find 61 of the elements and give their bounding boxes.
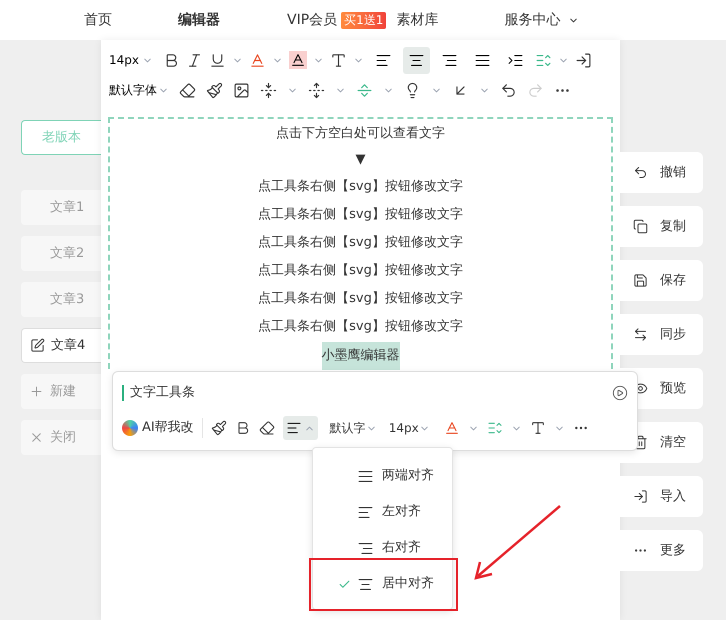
- font-family-select[interactable]: 默认字体: [109, 81, 169, 99]
- letter-spacing-icon[interactable]: [330, 52, 347, 68]
- side-action-button[interactable]: 撤销: [620, 152, 703, 193]
- brush-icon[interactable]: [206, 82, 223, 98]
- content-line: 点工具条右侧【svg】按钮修改文字: [258, 290, 463, 308]
- toolbar-title: 文字工具条: [122, 385, 195, 401]
- promo-badge: 买1送1: [341, 12, 386, 28]
- font-size-select[interactable]: 14px: [109, 51, 153, 69]
- nav-link[interactable]: 首页: [84, 10, 112, 30]
- down-arrow: ▼: [356, 151, 366, 169]
- content-line: 点工具条右侧【svg】按钮修改文字: [258, 318, 463, 336]
- play-icon[interactable]: [612, 385, 628, 401]
- menu-item[interactable]: 左对齐: [313, 494, 452, 530]
- content-line: 点工具条右侧【svg】按钮修改文字: [258, 178, 463, 196]
- exit-icon[interactable]: [575, 52, 592, 68]
- nav-link[interactable]: VIP会员: [287, 10, 338, 30]
- align-button[interactable]: [403, 46, 430, 74]
- align-button[interactable]: [282, 416, 318, 440]
- underline-icon[interactable]: [209, 52, 226, 68]
- nav-link[interactable]: 编辑器: [178, 10, 220, 30]
- letter-spacing-icon[interactable]: [530, 420, 546, 436]
- swap-icon: [633, 327, 648, 342]
- spacing-before-icon[interactable]: [260, 82, 277, 98]
- undo-icon[interactable]: [500, 82, 517, 98]
- content-line: 点工具条右侧【svg】按钮修改文字: [258, 262, 463, 280]
- save-icon: [633, 273, 648, 288]
- eraser-icon[interactable]: [179, 82, 196, 98]
- sidebar-item[interactable]: 文章4: [21, 328, 101, 363]
- copy-icon: [633, 219, 648, 234]
- side-action-button[interactable]: 复制: [620, 206, 703, 247]
- ai-rewrite-button[interactable]: AI帮我改: [122, 418, 203, 438]
- side-action-button[interactable]: 导入: [620, 476, 703, 517]
- font-size-select[interactable]: 14px: [388, 419, 430, 437]
- nav-link[interactable]: 服务中心: [504, 10, 560, 30]
- italic-icon[interactable]: [186, 52, 203, 68]
- image-icon[interactable]: [233, 82, 250, 98]
- side-action-button[interactable]: 同步: [620, 314, 703, 355]
- close-icon: [29, 430, 44, 445]
- menu-item[interactable]: 右对齐: [313, 530, 452, 566]
- font-family-select[interactable]: 默认字: [330, 419, 377, 437]
- hint-text: 点击下方空白处可以查看文字: [276, 125, 445, 143]
- menu-item[interactable]: 两端对齐: [313, 458, 452, 494]
- align-left-icon: [286, 420, 302, 436]
- highlight-color-icon[interactable]: [289, 51, 307, 69]
- font-color-icon[interactable]: [249, 52, 266, 68]
- side-action-button[interactable]: 保存: [620, 260, 703, 301]
- side-action-button[interactable]: 更多: [620, 530, 703, 571]
- menu-item[interactable]: 居中对齐: [313, 566, 452, 602]
- plus-icon: [29, 384, 44, 399]
- undo-icon: [633, 165, 648, 180]
- nav-link[interactable]: 素材库: [396, 10, 438, 30]
- content-line: 点工具条右侧【svg】按钮修改文字: [258, 206, 463, 224]
- edit-icon: [30, 338, 45, 353]
- brush-icon[interactable]: [210, 420, 227, 436]
- import-icon: [633, 489, 648, 504]
- font-color-icon[interactable]: [444, 420, 460, 436]
- spacing-after-icon[interactable]: [308, 82, 325, 98]
- ai-logo-icon: [122, 420, 138, 436]
- content-line: 点工具条右侧【svg】按钮修改文字: [258, 234, 463, 252]
- highlighted-text: 小墨鹰编辑器: [322, 342, 400, 370]
- eraser-icon[interactable]: [258, 420, 275, 436]
